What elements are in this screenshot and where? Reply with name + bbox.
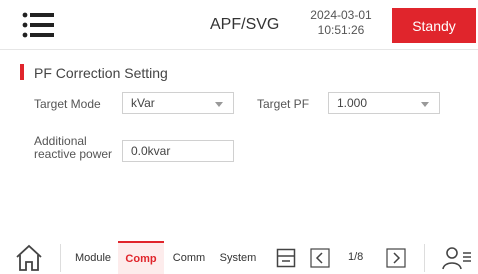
clock: 2024-03-01 10:51:26 <box>306 8 376 38</box>
footer-divider <box>424 244 425 272</box>
target-mode-value: kVar <box>131 96 155 110</box>
clock-date: 2024-03-01 <box>310 8 372 22</box>
chevron-left-icon <box>310 248 330 268</box>
app-title: APF/SVG <box>210 16 280 33</box>
home-button[interactable] <box>14 244 44 274</box>
additional-label-line2: reactive power <box>34 147 113 161</box>
next-page-button[interactable] <box>386 248 406 273</box>
tab-comp[interactable]: Comp <box>118 241 164 274</box>
save-button[interactable] <box>276 248 296 273</box>
chevron-down-icon <box>215 102 223 107</box>
section-title: PF Correction Setting <box>34 65 168 81</box>
additional-reactive-power-label: Additional reactive power <box>34 135 112 161</box>
save-icon <box>276 248 296 268</box>
chevron-down-icon <box>421 102 429 107</box>
additional-reactive-power-input[interactable]: 0.0kvar <box>122 140 234 162</box>
target-pf-label: Target PF <box>257 97 310 111</box>
chevron-right-icon <box>386 248 406 268</box>
target-mode-select[interactable]: kVar <box>122 92 234 114</box>
user-icon <box>442 247 471 270</box>
footer-divider <box>60 244 61 272</box>
target-mode-label: Target Mode <box>34 97 101 111</box>
header-bar: APF/SVG 2024-03-01 10:51:26 Standy <box>0 0 478 50</box>
page-indicator: 1/8 <box>348 251 364 263</box>
tab-module[interactable]: Module <box>70 241 116 274</box>
home-icon <box>16 244 42 271</box>
section-accent-bar <box>20 64 24 80</box>
tab-comm[interactable]: Comm <box>166 241 212 274</box>
target-pf-select[interactable]: 1.000 <box>328 92 440 114</box>
tab-system[interactable]: System <box>214 241 262 274</box>
menu-button[interactable] <box>22 10 58 40</box>
prev-page-button[interactable] <box>310 248 330 273</box>
menu-icon <box>22 12 54 38</box>
clock-time: 10:51:26 <box>317 23 365 37</box>
target-pf-value: 1.000 <box>337 96 368 110</box>
status-button[interactable]: Standy <box>392 8 476 43</box>
user-button[interactable] <box>442 246 472 274</box>
